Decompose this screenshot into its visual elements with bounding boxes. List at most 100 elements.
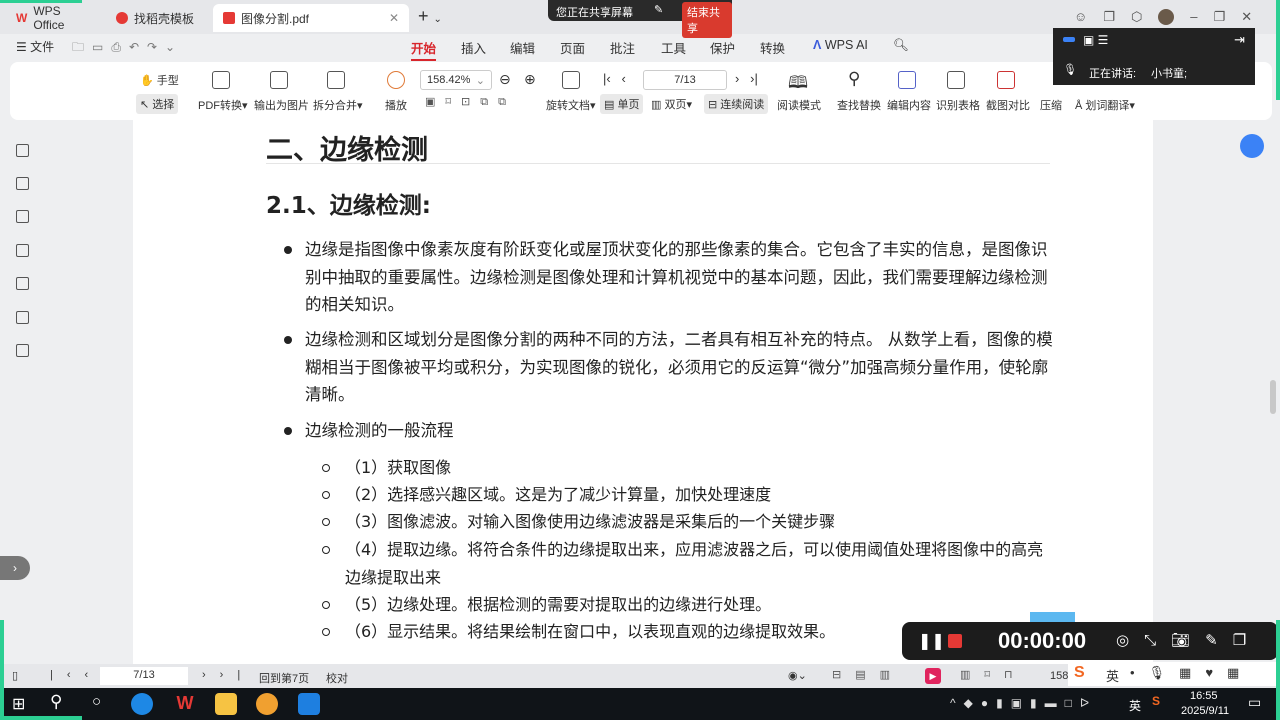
search-icon[interactable]: ⚲ [50,692,62,712]
outline-icon[interactable] [16,144,29,157]
find-replace-button[interactable]: 查找替换 [837,97,881,113]
fit-icons[interactable]: ▥⌑⊓ [960,668,1027,681]
comment-icon[interactable] [16,244,29,257]
menu-protect[interactable]: 保护 [710,38,735,57]
recognize-table-button[interactable]: 识别表格 [936,97,980,113]
expand-sidebar-button[interactable]: › [0,556,30,580]
file-menu[interactable]: ☰ 文件 [16,38,54,55]
meeting-app-icon[interactable] [298,693,320,715]
edit-content-button[interactable]: 编辑内容 [887,97,931,113]
avatar[interactable] [1158,9,1175,25]
task-view-icon[interactable]: ○ [92,693,101,710]
menu-start[interactable]: 开始 [411,38,437,61]
menu-wps-ai[interactable]: Λ WPS AI [813,38,868,52]
skin-icon[interactable]: ☺ [1074,9,1087,25]
notification-icon[interactable]: ▭ [1248,694,1261,711]
select-tool[interactable]: ↖ 选择 [136,94,179,114]
view-fit-icons[interactable]: ▣⌑⊡⧉⧉ [425,95,516,109]
menu-annotate[interactable]: 批注 [610,38,635,57]
new-tab-button[interactable]: + ⌄ [418,6,442,27]
wps-icon[interactable]: W [174,693,196,715]
menu-page[interactable]: 页面 [560,38,585,57]
export-image-button[interactable]: 输出为图片 [254,97,309,113]
close-tab-icon[interactable]: ✕ [389,11,399,25]
menu-edit[interactable]: 编辑 [510,38,535,57]
share-border [0,0,82,3]
scrollbar[interactable] [1270,380,1276,414]
menu-insert[interactable]: 插入 [461,38,486,57]
ha-app-icon[interactable] [256,693,278,715]
play-button[interactable]: 播放 [385,97,407,113]
folder-icon[interactable] [215,693,237,715]
tab-pdf[interactable]: 图像分割.pdf ✕ [213,4,409,32]
zoom-out-icon[interactable]: ⊖ [499,71,511,88]
table-icon [947,71,965,89]
translate-button[interactable]: Å 划词翻译▾ [1075,97,1135,113]
pdf-convert-button[interactable]: PDF转换▾ [198,97,248,113]
bookmark-icon[interactable] [16,177,29,190]
stop-button[interactable] [948,634,962,648]
zoom-level[interactable]: 158 [1050,670,1068,682]
signature-icon[interactable] [16,311,29,324]
clock-date[interactable]: 2025/9/11 [1181,705,1229,717]
cube-icon[interactable]: ⬡ [1131,9,1142,25]
edge-icon[interactable] [131,693,153,715]
play-icon[interactable]: ▶ [925,668,941,684]
layout-icon-2[interactable]: ▣ ☰ [1083,33,1108,47]
first-page-button[interactable]: |‹ ‹ [603,71,626,86]
status-page-input[interactable]: 7/13 [100,667,188,685]
rotate-button[interactable]: 旋转文档▾ [546,97,596,113]
prev-page-buttons[interactable]: |‹‹ [50,669,102,681]
layers-icon[interactable] [16,344,29,357]
ime-tools[interactable]: •🎙︎▦♥▦ [1130,665,1253,681]
back-to-page-link[interactable]: 回到第7页 [259,670,309,686]
maximize-button[interactable]: ❐ [1214,9,1226,25]
continuous-read-button[interactable]: ⊟ 连续阅读 [704,94,769,114]
menu-convert[interactable]: 转换 [760,38,785,57]
collapse-icon[interactable]: ⇥ [1234,32,1245,48]
eye-icon[interactable]: ◉⌄ [788,669,807,682]
read-mode-button[interactable]: 阅读模式 [777,97,821,113]
sogou-icon[interactable]: S [1074,664,1085,682]
attachment-icon[interactable] [16,277,29,290]
tab-wps-office[interactable]: W WPS Office [6,4,102,32]
double-page-button[interactable]: ▥ 双页▾ [651,96,692,112]
ime-lang[interactable]: 英 [1106,666,1119,685]
window-icon[interactable]: ❐ [1103,9,1115,25]
recorder-tools[interactable]: ◎⤡📷︎✎❐ [1116,631,1261,649]
next-page-button[interactable]: › ›| [735,71,758,86]
tab-templates[interactable]: 找稻壳模板 [106,4,210,32]
tray-icons[interactable]: ^◆●▮▣▮▬□ᐅ [950,696,1097,710]
compress-button[interactable]: 压缩 [1040,97,1062,113]
start-button[interactable]: ⊞ [12,694,25,714]
assistant-icon[interactable] [1240,134,1264,158]
proofread-button[interactable]: 校对 [326,670,348,686]
page-input[interactable]: 7/13 [643,70,727,90]
annotate-icon[interactable]: ✎ [654,3,663,16]
stop-share-button[interactable]: 结束共享 [682,2,732,38]
divider [266,163,1050,164]
label: 连续阅读 [720,99,765,111]
sidebar-toggle-icon[interactable]: ▯ [12,669,18,682]
thumbnail-icon[interactable] [16,210,29,223]
layout-icon[interactable] [1063,37,1075,42]
clock-time[interactable]: 16:55 [1190,690,1218,702]
export-image-icon [270,71,288,89]
close-button[interactable]: ✕ [1241,9,1252,25]
zoom-select[interactable]: 158.42% ⌄ [420,70,492,90]
step-item: （5）边缘处理。根据检测的需要对提取出的边缘进行处理。 [345,595,772,614]
quick-access-icons[interactable]: 🗀▭⎙↶↷⌄ [72,38,183,59]
next-page-buttons[interactable]: ››| [202,669,254,681]
search-icon[interactable]: 🔍︎ [893,38,909,53]
compare-button[interactable]: 截图对比 [986,97,1030,113]
single-page-button[interactable]: ▤ 单页 [600,94,644,114]
tray-lang[interactable]: 英 [1129,697,1141,714]
menu-tools[interactable]: 工具 [661,38,686,57]
pause-button[interactable]: ❚❚ [918,631,945,651]
sogou-tray-icon[interactable]: S [1152,694,1160,708]
split-merge-button[interactable]: 拆分合并▾ [313,97,363,113]
minimize-button[interactable]: – [1190,9,1197,25]
hand-tool[interactable]: ✋ 手型 [140,72,179,88]
view-mode-icons[interactable]: ⊟▤▥ [832,668,904,681]
zoom-in-icon[interactable]: ⊕ [524,71,536,88]
